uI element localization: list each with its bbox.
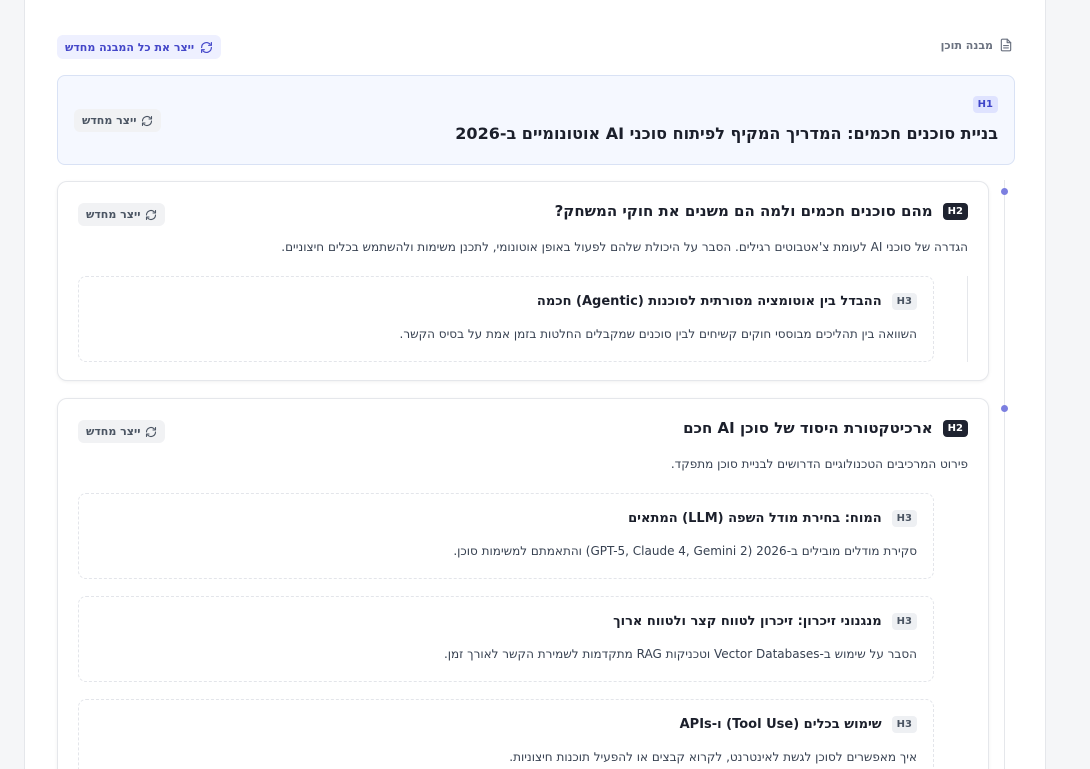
section-title: מבנה תוכן [940, 38, 993, 52]
h3-card: H3 ההבדל בין אוטומציה מסורתית לסוכנות (A… [78, 276, 934, 362]
h2-description: הגדרה של סוכני AI לעומת צ'אטבוטים רגילים… [281, 240, 968, 254]
regenerate-all-button[interactable]: ייצר את כל המבנה מחדש [57, 35, 222, 59]
regenerate-label: ייצר מחדש [86, 425, 141, 438]
h3-badge: H3 [891, 293, 917, 310]
h3-heading: H3 ההבדל בין אוטומציה מסורתית לסוכנות (A… [537, 293, 917, 310]
timeline-line [1004, 180, 1005, 769]
h1-title[interactable]: בניית סוכנים חכמים: המדריך המקיף לפיתוח … [455, 124, 998, 143]
h3-badge: H3 [891, 716, 917, 733]
h2-card: H2 מהם סוכנים חכמים ולמה הם משנים את חוק… [57, 181, 989, 381]
h3-badge: H3 [891, 510, 917, 527]
h3-heading: H3 מנגנוני זיכרון: זיכרון לטווח קצר ולטו… [613, 613, 917, 630]
h1-regenerate-button[interactable]: ייצר מחדש [74, 109, 162, 132]
timeline-dot [1001, 405, 1008, 412]
h2-title[interactable]: מהם סוכנים חכמים ולמה הם משנים את חוקי ה… [555, 202, 933, 220]
h2-heading: H2 מהם סוכנים חכמים ולמה הם משנים את חוק… [555, 202, 968, 220]
regenerate-label: ייצר מחדש [82, 114, 137, 127]
h2-heading: H2 ארכיטקטורת היסוד של סוכן AI חכם [683, 419, 968, 437]
regenerate-label: ייצר מחדש [86, 208, 141, 221]
h1-badge: H1 [972, 96, 998, 113]
h3-heading: H3 המוח: בחירת מודל השפה (LLM) המתאים [628, 510, 917, 527]
refresh-icon [146, 426, 157, 437]
section-header: מבנה תוכן [941, 38, 1013, 52]
h3-title[interactable]: ההבדל בין אוטומציה מסורתית לסוכנות (Agen… [537, 294, 882, 309]
h3-description: סקירת מודלים מובילים ב-2026 (GPT-5, Clau… [453, 544, 917, 558]
refresh-icon [201, 41, 213, 53]
timeline-dot [1001, 188, 1008, 195]
h3-title[interactable]: שימוש בכלים (Tool Use) ו-APIs [680, 717, 882, 732]
h2-regenerate-button[interactable]: ייצר מחדש [78, 203, 166, 226]
h3-rail [967, 276, 968, 362]
h2-badge: H2 [942, 202, 968, 220]
refresh-icon [142, 115, 153, 126]
h2-card: H2 ארכיטקטורת היסוד של סוכן AI חכם ייצר … [57, 398, 989, 769]
h3-description: איך מאפשרים לסוכן לגשת לאינטרנט, לקרוא ק… [509, 750, 917, 764]
h3-heading: H3 שימוש בכלים (Tool Use) ו-APIs [680, 716, 917, 733]
refresh-icon [146, 209, 157, 220]
h3-card: H3 המוח: בחירת מודל השפה (LLM) המתאים סק… [78, 493, 934, 579]
h2-badge: H2 [942, 419, 968, 437]
h3-description: הסבר על שימוש ב-Vector Databases וטכניקו… [443, 647, 917, 661]
h2-title[interactable]: ארכיטקטורת היסוד של סוכן AI חכם [683, 419, 933, 437]
h1-card: H1 בניית סוכנים חכמים: המדריך המקיף לפית… [57, 75, 1015, 165]
h2-description: פירוט המרכיבים הטכנולוגיים הדרושים לבניי… [670, 457, 968, 471]
regenerate-all-label: ייצר את כל המבנה מחדש [65, 40, 195, 54]
h3-description: השוואה בין תהליכים מבוססי חוקים קשיחים ל… [399, 327, 917, 341]
content-structure-panel: ייצר את כל המבנה מחדש מבנה תוכן H1 בניית… [24, 0, 1046, 769]
h2-regenerate-button[interactable]: ייצר מחדש [78, 420, 166, 443]
h3-card: H3 מנגנוני זיכרון: זיכרון לטווח קצר ולטו… [78, 596, 934, 682]
h3-card: H3 שימוש בכלים (Tool Use) ו-APIs איך מאפ… [78, 699, 934, 769]
h3-title[interactable]: מנגנוני זיכרון: זיכרון לטווח קצר ולטווח … [613, 614, 882, 629]
document-icon [1000, 38, 1012, 52]
h3-title[interactable]: המוח: בחירת מודל השפה (LLM) המתאים [628, 511, 882, 526]
h3-badge: H3 [891, 613, 917, 630]
